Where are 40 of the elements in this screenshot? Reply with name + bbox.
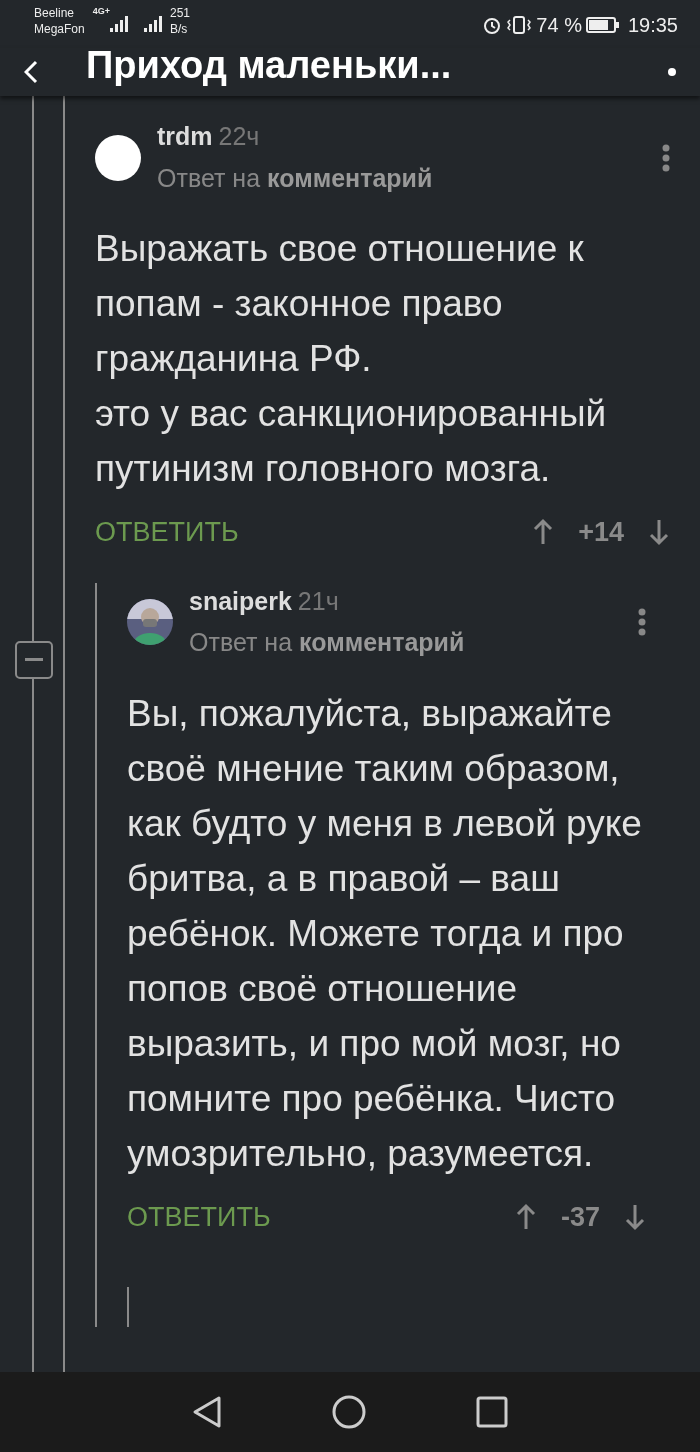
back-icon bbox=[24, 60, 38, 84]
comment-text: Вы, пожалуйста, выражайте своё мнение таким образом, как будто у меня в левой руке бритва, а в правой – ваш ребёнок. Можете тогда и про попов своё отношение выразить, и про мой мозг, но помните про ребёнка. Чисто умозрительно, разумеется. bbox=[127, 691, 643, 1176]
author-name: snaiperk bbox=[189, 586, 292, 615]
more-icon bbox=[668, 68, 676, 76]
comment-text: Выражать свое отношение к попам - законное право гражданина РФ. bbox=[95, 227, 585, 381]
signal-icon bbox=[109, 14, 128, 32]
alarm-icon bbox=[482, 15, 503, 35]
back-icon[interactable] bbox=[192, 1395, 222, 1429]
downvote-icon[interactable] bbox=[624, 1202, 646, 1231]
upvote-icon[interactable] bbox=[514, 1202, 537, 1231]
network-speed: 251 bbox=[169, 6, 190, 22]
reply-to-text: Ответ на комментарий bbox=[157, 162, 434, 194]
signal-icon bbox=[143, 14, 162, 32]
carrier-name: Beeline bbox=[34, 6, 76, 22]
reply-button[interactable]: ОТВЕТИТЬ bbox=[95, 512, 239, 553]
rating: -37 bbox=[560, 1200, 600, 1234]
reply-button[interactable]: ОТВЕТИТЬ bbox=[127, 1196, 271, 1237]
minus-icon bbox=[25, 658, 43, 661]
rating: +14 bbox=[578, 516, 624, 549]
comment-time: 22ч bbox=[218, 122, 260, 150]
clock: 19:35 bbox=[627, 13, 678, 38]
carrier-name: MegaFon bbox=[34, 21, 85, 38]
more-icon bbox=[662, 143, 670, 172]
network-type: 4G+ bbox=[92, 6, 110, 18]
comment-text: это у вас санкционированный путинизм головного мозга. bbox=[95, 392, 608, 491]
battery-percent: 74 % bbox=[536, 13, 582, 38]
author-name: trdm bbox=[157, 122, 213, 150]
home-icon[interactable] bbox=[332, 1395, 366, 1429]
more-icon bbox=[638, 608, 646, 636]
downvote-icon[interactable] bbox=[648, 518, 670, 547]
battery-icon bbox=[585, 16, 620, 34]
upvote-icon[interactable] bbox=[532, 518, 555, 547]
recents-icon[interactable] bbox=[476, 1396, 508, 1428]
reply-to-text: Ответ на комментарий bbox=[189, 627, 466, 658]
vibrate-icon bbox=[506, 15, 533, 35]
collapse-button[interactable] bbox=[15, 640, 53, 679]
page-title: Приход маленьки... bbox=[86, 42, 452, 88]
avatar bbox=[95, 134, 141, 181]
comment-time: 21ч bbox=[297, 586, 339, 615]
speed-unit: B/s bbox=[169, 21, 189, 38]
